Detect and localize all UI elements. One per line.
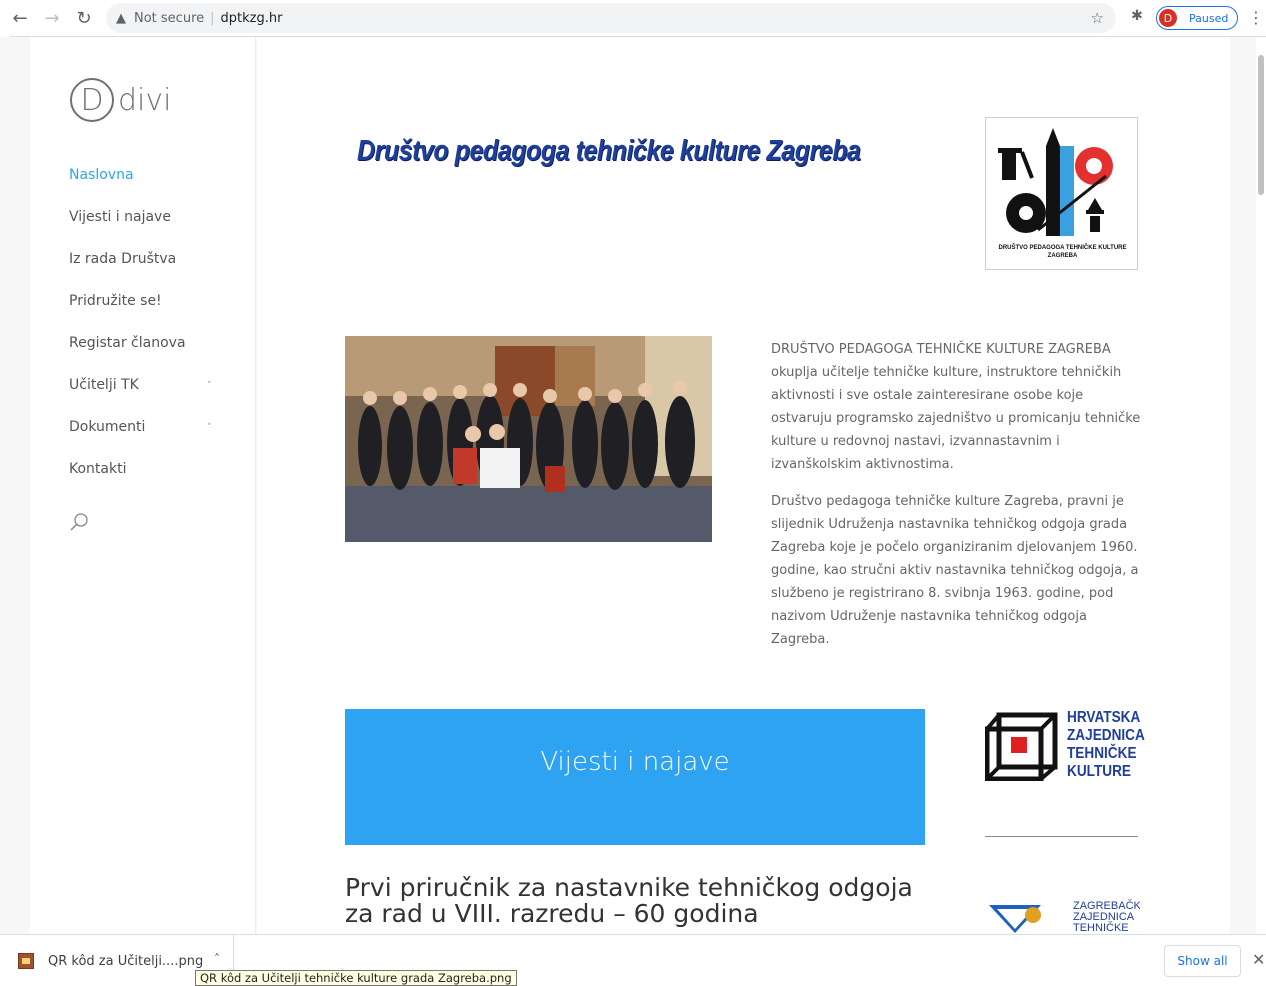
hztk-line: ZAJEDNICA (1067, 727, 1145, 744)
profile-status: Paused (1189, 11, 1229, 25)
sidebar-divider (985, 836, 1138, 837)
hztk-line: TEHNIČKE (1067, 745, 1137, 762)
reload-icon[interactable]: ↻ (72, 6, 96, 30)
hztk-line: KULTURE (1067, 763, 1131, 780)
nav-item-kontakti[interactable]: Kontakti (69, 459, 229, 501)
close-icon[interactable]: ✕ (1252, 950, 1265, 969)
scrollbar-thumb[interactable] (1258, 55, 1264, 195)
association-logo: DRUŠTVO PEDAGOGA TEHNIČKE KULTURE ZAGREB… (985, 117, 1138, 270)
browser-toolbar: ← → ↻ ▲ Not secure | dptkzg.hr ☆ ✱ D Pau… (0, 0, 1266, 36)
nav-item-label: Vijesti i najave (69, 209, 171, 225)
nav-item-naslovna[interactable]: Naslovna (69, 165, 229, 207)
zztk-logo-text: ZAGREBAČKA ZAJEDNICA TEHNIČKE (1073, 901, 1140, 934)
nav-item-ucitelji[interactable]: Učitelji TK ˅ (69, 375, 229, 417)
nav-item-dokumenti[interactable]: Dokumenti ˅ (69, 417, 229, 459)
warning-icon: ▲ (116, 10, 126, 26)
group-photo-image (345, 336, 712, 542)
site-logo[interactable]: D divi (70, 78, 171, 122)
download-bar: QR kôd za Učitelji....png ˄ (0, 934, 1266, 986)
zztk-emblem-icon (989, 905, 1041, 933)
address-bar[interactable]: ▲ Not secure | dptkzg.hr ☆ (106, 3, 1116, 33)
nav-item-label: Učitelji TK (69, 377, 139, 393)
chevron-down-icon[interactable]: ˅ (207, 418, 212, 438)
hztk-line: HRVATSKA (1067, 709, 1141, 726)
nav-item-iz-rada[interactable]: Iz rada Društva (69, 249, 229, 291)
chevron-up-icon[interactable]: ˄ (214, 952, 220, 966)
logo-circle: D (70, 78, 114, 122)
avatar: D (1159, 9, 1177, 27)
nav-item-pridruzite[interactable]: Pridružite se! (69, 291, 229, 333)
main-content: Društvo pedagoga tehničke kulture Zagreb… (257, 37, 1230, 934)
download-filename: QR kôd za Učitelji....png (48, 953, 204, 969)
nav-item-label: Pridružite se! (69, 293, 162, 309)
nav-item-vijesti[interactable]: Vijesti i najave (69, 207, 229, 249)
intro-paragraph: Društvo pedagoga tehničke kulture Zagreb… (771, 494, 1139, 647)
post-title[interactable]: Prvi priručnik za nastavnike tehničkog o… (345, 875, 925, 927)
sidebar: D divi Naslovna Vijesti i najave Iz rada… (30, 37, 256, 934)
nav-item-label: Iz rada Društva (69, 251, 177, 267)
main-nav: Naslovna Vijesti i najave Iz rada Društv… (69, 165, 229, 501)
news-button-label: Vijesti i najave (540, 747, 730, 777)
site-banner-title: Društvo pedagoga tehničke kulture Zagreb… (357, 135, 861, 167)
url-separator: | (210, 10, 215, 26)
bookmark-star-icon[interactable]: ☆ (1091, 9, 1104, 27)
cube-icon (984, 712, 1058, 782)
profile-button[interactable]: D Paused (1156, 6, 1238, 30)
nav-item-label: Registar članova (69, 335, 186, 351)
image-file-icon (18, 953, 34, 969)
extensions-icon[interactable]: ✱ (1128, 8, 1146, 26)
intro-paragraph: DRUŠTVO PEDAGOGA TEHNIČKE KULTURE ZAGREB… (771, 342, 1141, 472)
back-icon[interactable]: ← (8, 6, 32, 30)
nav-item-registar[interactable]: Registar članova (69, 333, 229, 375)
hztk-logo-text: HRVATSKA ZAJEDNICA TEHNIČKE KULTURE (1067, 709, 1145, 781)
chevron-down-icon[interactable]: ˅ (207, 376, 212, 396)
url-text[interactable]: dptkzg.hr (221, 11, 283, 26)
post-title-line: za rad u VIII. razredu – 60 godina (345, 899, 759, 928)
filename-tooltip: QR kôd za Učitelji tehničke kulture grad… (195, 970, 517, 986)
search-icon[interactable] (69, 511, 91, 533)
logo-caption: DRUŠTVO PEDAGOGA TEHNIČKE KULTURE ZAGREB… (998, 245, 1127, 259)
news-button[interactable]: Vijesti i najave (345, 709, 925, 845)
zztk-line: TEHNIČKE (1073, 922, 1129, 934)
forward-icon[interactable]: → (40, 6, 64, 30)
group-photo[interactable] (345, 336, 712, 542)
nav-item-label: Naslovna (69, 167, 134, 183)
page-scrollbar[interactable] (1256, 37, 1266, 934)
zztk-logo[interactable]: ZAGREBAČKA ZAJEDNICA TEHNIČKE (987, 899, 1140, 933)
hztk-logo[interactable]: HRVATSKA ZAJEDNICA TEHNIČKE KULTURE (984, 709, 1145, 782)
nav-item-label: Dokumenti (69, 419, 146, 435)
intro-text: DRUŠTVO PEDAGOGA TEHNIČKE KULTURE ZAGREB… (771, 338, 1143, 665)
show-all-button[interactable]: Show all (1164, 945, 1241, 977)
post-title-line: Prvi priručnik za nastavnike tehničkog o… (345, 873, 913, 902)
nav-item-label: Kontakti (69, 461, 127, 477)
security-status: Not secure (134, 10, 205, 26)
kebab-menu-icon[interactable]: ⋮ (1248, 8, 1264, 27)
logo-text: divi (118, 82, 172, 118)
